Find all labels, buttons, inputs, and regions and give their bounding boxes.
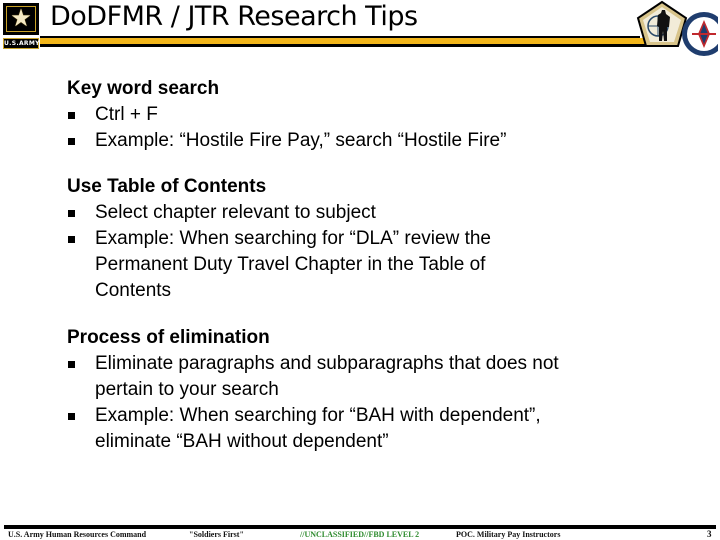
- army-logo-plate: U.S.ARMY: [3, 38, 40, 49]
- page-number: 3: [707, 529, 712, 539]
- bullet-list: Eliminate paragraphs and subparagraphs t…: [67, 351, 667, 455]
- list-item: Ctrl + F: [67, 102, 667, 128]
- section-heading: Key word search: [67, 78, 220, 99]
- bullet-list: Ctrl + F Example: “Hostile Fire Pay,” se…: [67, 102, 667, 154]
- list-item: Example: When searching for “DLA” review…: [67, 226, 667, 304]
- square-bullet-icon: [68, 112, 75, 119]
- square-bullet-icon: [68, 361, 75, 368]
- footer-poc: POC. Military Pay Instructors: [456, 530, 561, 539]
- footer-organization: U.S. Army Human Resources Command: [8, 530, 147, 539]
- army-logo: ★ U.S.ARMY: [3, 3, 40, 49]
- army-logo-box: ★: [3, 3, 39, 35]
- bullet-list: Select chapter relevant to subject Examp…: [67, 200, 667, 304]
- list-item: Select chapter relevant to subject: [67, 200, 667, 226]
- army-star-icon: ★: [10, 5, 32, 32]
- section-table-of-contents: Use Table of Contents Select chapter rel…: [67, 174, 667, 304]
- square-bullet-icon: [68, 138, 75, 145]
- header-stripe-black-bottom: [40, 44, 650, 47]
- section-process-of-elimination: Process of elimination Eliminate paragra…: [67, 325, 667, 455]
- section-heading: Use Table of Contents: [67, 176, 267, 197]
- circular-seal-icon: [682, 12, 718, 56]
- section-heading: Process of elimination: [67, 327, 270, 348]
- slide-content: Key word search Ctrl + F Example: “Hosti…: [67, 76, 667, 477]
- footer-classification: //UNCLASSIFIED//FBD LEVEL 2: [300, 530, 420, 539]
- list-item: Example: When searching for “BAH with de…: [67, 403, 667, 455]
- page-title: DoDFMR / JTR Research Tips: [50, 1, 418, 32]
- square-bullet-icon: [68, 210, 75, 217]
- list-item: Eliminate paragraphs and subparagraphs t…: [67, 351, 667, 403]
- list-item: Example: “Hostile Fire Pay,” search “Hos…: [67, 128, 667, 154]
- section-key-word-search: Key word search Ctrl + F Example: “Hosti…: [67, 76, 667, 154]
- square-bullet-icon: [68, 236, 75, 243]
- footer-motto: "Soldiers First": [189, 530, 244, 539]
- square-bullet-icon: [68, 413, 75, 420]
